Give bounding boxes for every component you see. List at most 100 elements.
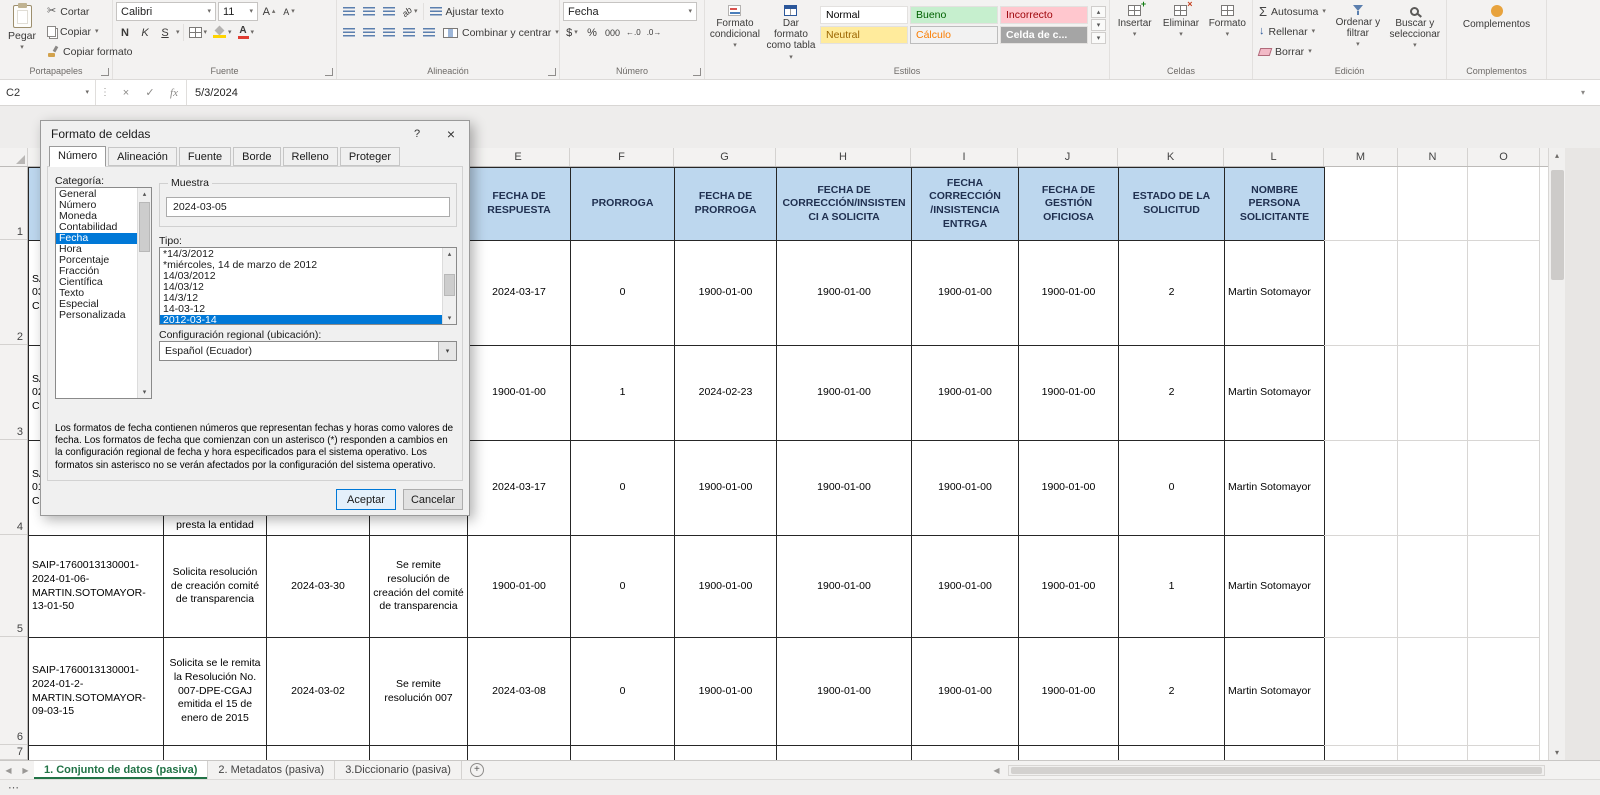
cell-H5[interactable]: 1900-01-00 [777,536,912,638]
gallery-up-button[interactable]: ▴ [1091,6,1106,18]
cell-F2[interactable]: 0 [571,241,675,346]
format-as-table-button[interactable]: Dar formato como tabla ▾ [765,2,817,61]
cell-K6[interactable]: 2 [1119,638,1225,746]
cell-J1[interactable]: FECHA DE GESTIÓN OFICIOSA [1019,168,1119,241]
borders-button[interactable]: ▾ [187,23,210,42]
column-header-H[interactable]: H [776,148,911,166]
decrease-decimal-button[interactable]: .0→ [645,23,664,42]
scroll-down-icon[interactable]: ▾ [143,388,147,396]
chevron-down-icon[interactable]: ▾ [438,342,456,360]
cancel-entry-icon[interactable]: × [114,87,138,99]
cell-J7[interactable] [1019,746,1119,760]
cell-L1[interactable]: NOMBRE PERSONA SOLICITANTE [1225,168,1325,241]
column-header-E[interactable]: E [467,148,570,166]
conditional-format-button[interactable]: Formato condicional ▾ [708,2,762,49]
cell-E6[interactable]: 2024-03-08 [468,638,571,746]
accept-button[interactable]: Aceptar [336,489,396,510]
cell-J2[interactable]: 1900-01-00 [1019,241,1119,346]
cell-J5[interactable]: 1900-01-00 [1019,536,1119,638]
currency-format-button[interactable]: $▾ [563,23,581,42]
locale-dropdown[interactable]: Español (Ecuador) ▾ [159,341,457,361]
vertical-scroll-thumb[interactable] [1551,170,1564,280]
cell-B5[interactable]: Solicita resolución de creación comité d… [164,536,267,638]
bold-button[interactable]: N [116,23,134,42]
formula-input[interactable]: 5/3/2024 [186,80,1566,105]
thousands-format-button[interactable]: 000 [603,23,622,42]
fill-button[interactable]: ↓Rellenar▾ [1256,22,1329,41]
type-option-selected[interactable]: 2012-03-14 [160,315,456,325]
dialog-launcher-icon[interactable] [101,68,109,76]
column-header-J[interactable]: J [1018,148,1118,166]
align-middle-button[interactable] [360,2,378,21]
underline-button[interactable]: S [156,23,174,42]
cell-E7[interactable] [468,746,571,760]
column-header-L[interactable]: L [1224,148,1324,166]
column-header-M[interactable]: M [1324,148,1398,166]
cell-C6[interactable]: 2024-03-02 [267,638,370,746]
column-header-O[interactable]: O [1468,148,1540,166]
insert-cells-button[interactable]: + Insertar ▾ [1113,2,1156,38]
scroll-up-icon[interactable]: ▴ [143,190,147,198]
cell-H4[interactable]: 1900-01-00 [777,441,912,536]
cell-I1[interactable]: FECHA CORRECCIÓN /INSISTENCIA ENTRGA [912,168,1019,241]
category-listbox[interactable]: General Número Moneda Contabilidad Fecha… [55,187,152,399]
decrease-indent-button[interactable] [400,23,418,42]
column-header-K[interactable]: K [1118,148,1224,166]
dialog-launcher-icon[interactable] [693,68,701,76]
new-sheet-button[interactable]: + [470,763,484,777]
italic-button[interactable]: K [136,23,154,42]
close-icon[interactable]: × [433,121,469,147]
cell-B6[interactable]: Solicita se le remita la Resolución No. … [164,638,267,746]
scroll-up-icon[interactable]: ▴ [448,250,452,258]
cell-F3[interactable]: 1 [571,346,675,441]
clear-button[interactable]: Borrar▾ [1256,42,1329,61]
row-header-3[interactable]: 3 [0,345,27,440]
addins-button[interactable]: Complementos [1455,2,1539,30]
tab-alineacion[interactable]: Alineación [108,147,177,166]
cell-J6[interactable]: 1900-01-00 [1019,638,1119,746]
cell-G1[interactable]: FECHA DE PRORROGA [675,168,777,241]
column-header-G[interactable]: G [674,148,776,166]
number-format-combo[interactable]: Fecha▾ [563,2,697,21]
percent-format-button[interactable]: % [583,23,601,42]
dialog-help-button[interactable]: ? [401,121,433,147]
type-scrollbar[interactable]: ▴ ▾ [442,248,456,324]
font-name-combo[interactable]: Calibri▾ [116,2,216,21]
cell-B7[interactable] [164,746,267,760]
cell-F5[interactable]: 0 [571,536,675,638]
row-header-1[interactable]: 1 [0,167,27,240]
expand-formula-bar-icon[interactable]: ▾ [1566,88,1600,97]
cell-K3[interactable]: 2 [1119,346,1225,441]
cell-style-neutral[interactable]: Neutral [820,26,908,44]
cell-L4[interactable]: Martin Sotomayor [1225,441,1325,536]
decrease-font-button[interactable]: A▾ [280,2,298,21]
tab-relleno[interactable]: Relleno [283,147,338,166]
column-header-F[interactable]: F [570,148,674,166]
cell-A7[interactable] [29,746,164,760]
cell-style-bueno[interactable]: Bueno [910,6,998,24]
type-listbox[interactable]: *14/3/2012 *miércoles, 14 de marzo de 20… [159,247,457,325]
align-bottom-button[interactable] [380,2,398,21]
scroll-up-icon[interactable]: ▴ [1555,151,1559,160]
increase-decimal-button[interactable]: ←.0 [624,23,643,42]
paste-button[interactable]: Pegar ▾ [3,2,41,51]
cell-H7[interactable] [777,746,912,760]
cell-F6[interactable]: 0 [571,638,675,746]
cell-I2[interactable]: 1900-01-00 [912,241,1019,346]
insert-function-icon[interactable]: fx [162,87,186,99]
vertical-scrollbar[interactable]: ▴ ▾ [1548,148,1565,760]
row-header-5[interactable]: 5 [0,535,27,637]
cell-style-normal[interactable]: Normal [820,6,908,24]
align-left-button[interactable] [340,23,358,42]
cell-style-incorrecto[interactable]: Incorrecto [1000,6,1088,24]
formula-bar-grip-icon[interactable]: ⋮ [96,87,114,98]
row-header-4[interactable]: 4 [0,440,27,535]
cell-style-celda[interactable]: Celda de c... [1000,26,1088,44]
cell-G4[interactable]: 1900-01-00 [675,441,777,536]
align-center-button[interactable] [360,23,378,42]
sheet-tab-diccionario[interactable]: 3.Diccionario (pasiva) [335,761,462,779]
name-box[interactable]: C2 ▾ [0,80,96,105]
delete-cells-button[interactable]: × Eliminar ▾ [1159,2,1202,38]
type-option[interactable]: 14/03/12 [160,282,456,293]
cell-A6[interactable]: SAIP-1760013130001-2024-01-2-MARTIN.SOTO… [29,638,164,746]
